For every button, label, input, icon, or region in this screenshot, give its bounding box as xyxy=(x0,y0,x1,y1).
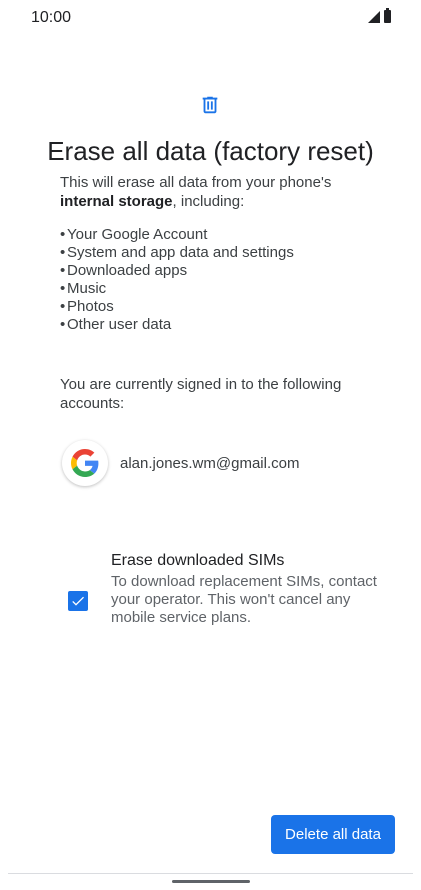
intro-text: This will erase all data from your phone… xyxy=(60,173,360,211)
page-title: Erase all data (factory reset) xyxy=(47,136,374,166)
erase-esim-title: Erase downloaded SIMs xyxy=(111,552,285,569)
signed-in-text: You are currently signed in to the follo… xyxy=(60,376,342,412)
delete-all-data-button[interactable]: Delete all data xyxy=(271,815,395,854)
erase-esim-description: To download replacement SIMs, contact yo… xyxy=(111,573,377,626)
divider xyxy=(8,873,413,874)
list-item: • System and app data and settings xyxy=(60,244,294,261)
check-icon xyxy=(72,596,84,606)
list-item: • Photos xyxy=(60,298,114,315)
account-row: alan.jones.wm@gmail.com xyxy=(62,440,299,486)
battery-icon xyxy=(384,8,391,23)
erase-esim-text: Erase downloaded SIMs To download replac… xyxy=(111,551,396,627)
status-time: 10:00 xyxy=(31,9,72,26)
navigation-handle[interactable] xyxy=(172,880,250,883)
list-item: • Other user data xyxy=(60,316,172,333)
erase-esim-checkbox[interactable] xyxy=(68,591,88,611)
intro-bold: internal storage xyxy=(60,193,173,210)
status-bar: 10:00 xyxy=(0,0,421,36)
trash-icon xyxy=(202,96,218,114)
account-email: alan.jones.wm@gmail.com xyxy=(120,454,300,472)
signal-icon xyxy=(368,11,380,23)
intro-suffix: , including: xyxy=(172,193,245,210)
google-logo-icon xyxy=(62,440,108,486)
erase-list: • Your Google Account • System and app dat… xyxy=(60,226,294,334)
status-icons xyxy=(368,8,391,23)
list-item: • Music xyxy=(60,280,107,297)
list-item: • Your Google Account xyxy=(60,226,208,243)
intro-prefix: This will erase all data from your phone… xyxy=(60,174,332,191)
list-item: • Downloaded apps xyxy=(60,262,188,279)
